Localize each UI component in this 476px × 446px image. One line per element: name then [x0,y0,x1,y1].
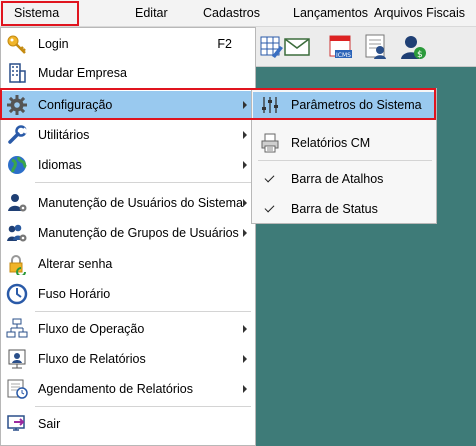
email-icon[interactable] [281,30,313,64]
submenu-item-barra-status[interactable]: Barra de Status [253,196,435,222]
wrench-icon [5,123,29,147]
menu-separator [35,406,251,407]
svg-text:ICMS: ICMS [336,52,351,59]
menu-item-fluxo-relatorios[interactable]: Fluxo de Relatórios [2,345,254,373]
submenu-arrow-icon [243,229,247,237]
menu-cadastros[interactable]: Cadastros [203,0,260,27]
menu-item-login[interactable]: Login F2 [2,30,254,58]
menu-item-label: Fluxo de Relatórios [38,352,146,366]
menu-item-agendamento-relatorios[interactable]: Agendamento de Relatórios [2,375,254,403]
menu-separator [258,160,432,161]
menu-item-fuso-horario[interactable]: Fuso Horário [2,280,254,308]
user-gear-icon [5,191,29,215]
menu-item-label: Manutenção de Grupos de Usuários [38,226,239,240]
toolbar: ICMS $ [255,27,476,67]
menu-bar: Sistema Editar Cadastros Lançamentos Arq… [0,0,476,27]
menu-item-label: Idiomas [38,158,82,172]
gear-icon [5,93,29,117]
icms-calendar-icon[interactable]: ICMS [325,30,357,64]
configuracao-submenu: Parâmetros do Sistema Relatórios CM Barr… [251,88,437,224]
menu-item-label: Alterar senha [38,257,113,271]
clock-icon [5,282,29,306]
submenu-item-label: Parâmetros do Sistema [291,98,422,112]
menu-separator [35,89,251,90]
flow-icon [5,317,29,341]
menu-item-label: Fluxo de Operação [38,322,145,336]
submenu-arrow-icon [243,131,247,139]
submenu-arrow-icon [243,101,247,109]
submenu-arrow-icon [243,161,247,169]
menu-item-label: Mudar Empresa [38,66,127,80]
menu-item-sair[interactable]: Sair [2,410,254,438]
submenu-arrow-icon [243,199,247,207]
schedule-icon [5,377,29,401]
menu-item-idiomas[interactable]: Idiomas [2,151,254,179]
menu-item-label: Manutenção de Usuários do Sistema [38,196,243,210]
printer-icon [259,132,281,154]
checkmark-icon [264,172,275,183]
submenu-item-label: Relatórios CM [291,136,371,150]
globe-icon [5,153,29,177]
menu-item-utilitarios[interactable]: Utilitários [2,121,254,149]
submenu-item-parametros-sistema[interactable]: Parâmetros do Sistema [253,92,435,118]
submenu-arrow-icon [243,325,247,333]
menu-item-label: Sair [38,417,61,431]
padlock-icon [5,252,29,276]
menu-item-manutencao-grupos[interactable]: Manutenção de Grupos de Usuários [2,219,254,247]
submenu-item-label: Barra de Status [291,202,378,216]
menu-item-configuracao[interactable]: Configuração [2,91,254,119]
menu-item-label: Utilitários [38,128,90,142]
menu-item-label: Configuração [38,98,113,112]
report-flow-icon [5,347,29,371]
menu-separator [35,311,251,312]
menu-item-label: Fuso Horário [38,287,111,301]
exit-icon [5,412,29,436]
user-document-icon[interactable] [360,30,392,64]
menu-editar[interactable]: Editar [135,0,168,27]
key-icon [5,32,29,56]
users-gear-icon [5,221,29,245]
menu-item-mudar-empresa[interactable]: Mudar Empresa [2,59,254,87]
menu-arquivos-fiscais[interactable]: Arquivos Fiscais [374,0,465,27]
submenu-item-barra-atalhos[interactable]: Barra de Atalhos [253,166,435,192]
submenu-item-relatorios-cm[interactable]: Relatórios CM [253,130,435,156]
shortcut-label: F2 [217,37,232,51]
submenu-arrow-icon [243,385,247,393]
submenu-arrow-icon [243,355,247,363]
building-icon [5,61,29,85]
menu-item-fluxo-operacao[interactable]: Fluxo de Operação [2,315,254,343]
menu-item-label: Agendamento de Relatórios [38,382,193,396]
menu-item-manutencao-usuarios[interactable]: Manutenção de Usuários do Sistema [2,189,254,217]
user-money-icon[interactable]: $ [397,30,429,64]
menu-item-label: Login [38,37,69,51]
menu-item-alterar-senha[interactable]: Alterar senha [2,250,254,278]
sliders-icon [259,94,281,116]
checkmark-icon [264,202,275,213]
menu-separator [35,182,251,183]
svg-text:$: $ [417,50,423,60]
submenu-item-label: Barra de Atalhos [291,172,384,186]
menu-lancamentos[interactable]: Lançamentos [293,0,368,27]
sistema-dropdown-menu: Login F2 Mudar Empresa Configuração Util… [0,27,256,446]
menu-sistema[interactable]: Sistema [14,0,59,27]
